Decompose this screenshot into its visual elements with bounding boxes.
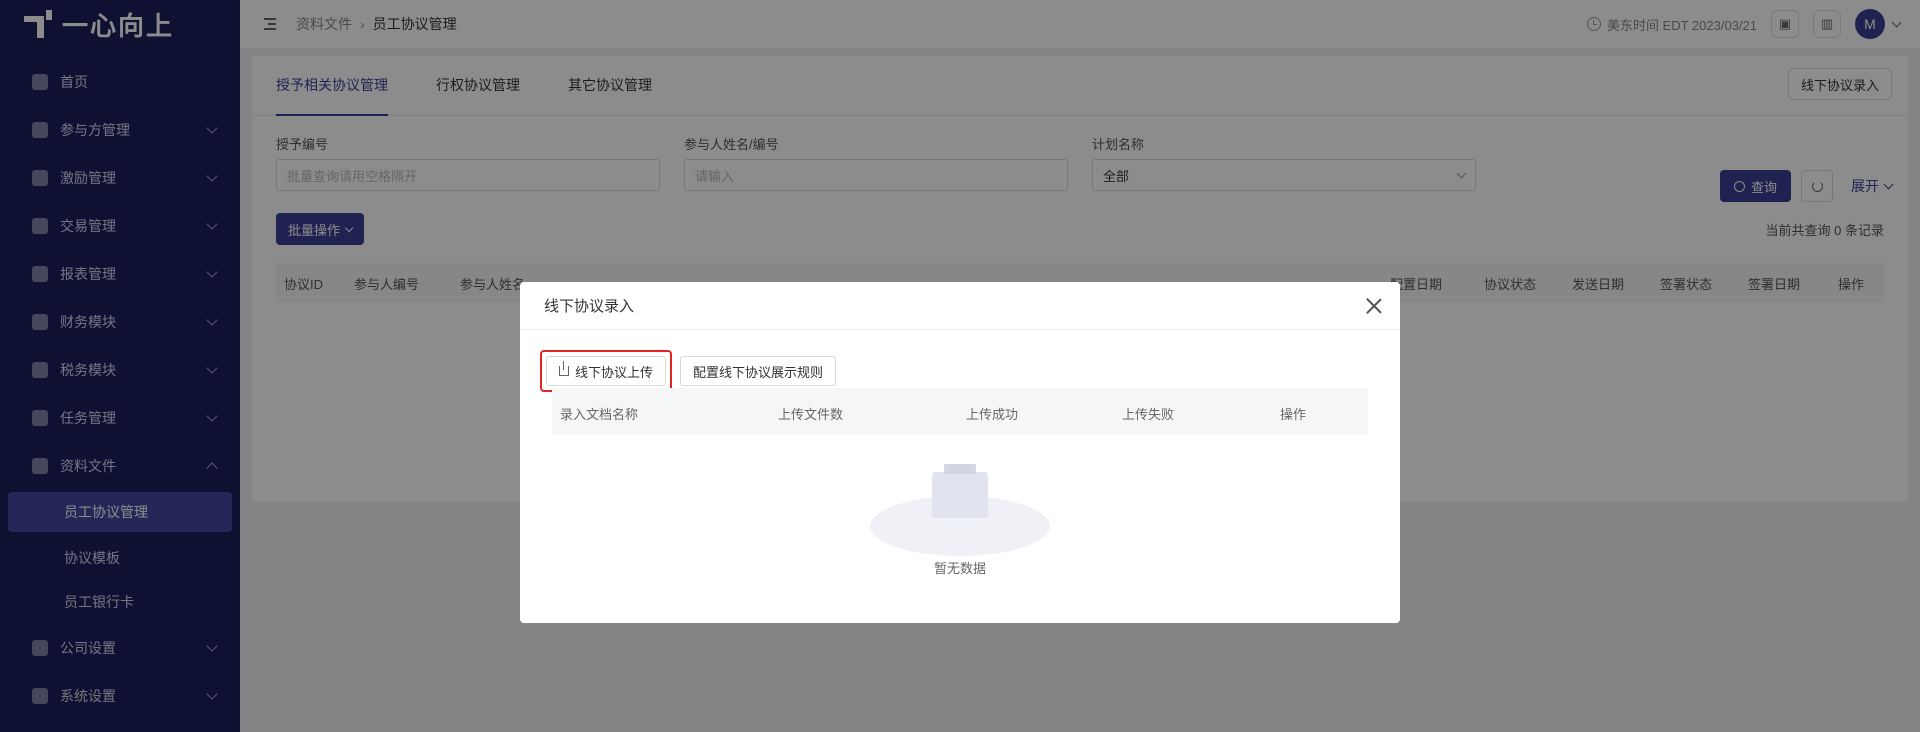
- column-header: 上传失败: [1122, 407, 1175, 422]
- close-icon[interactable]: [1366, 298, 1382, 314]
- offline-upload-label: 线下协议上传: [575, 364, 654, 380]
- modal-actions: 线下协议上传 配置线下协议展示规则: [540, 350, 837, 392]
- offline-upload-button[interactable]: 线下协议上传: [546, 356, 667, 386]
- offline-entry-modal: 线下协议录入 线下协议上传 配置线下协议展示规则 录入文档名称 上传文件数 上传…: [520, 282, 1400, 623]
- column-header: 上传成功: [966, 407, 1019, 422]
- modal-title: 线下协议录入: [544, 298, 635, 315]
- modal-header: 线下协议录入: [520, 282, 1400, 330]
- modal-table-header: 录入文档名称 上传文件数 上传成功 上传失败 操作: [552, 388, 1368, 435]
- column-header: 操作: [1280, 407, 1307, 422]
- highlight-box: 线下协议上传: [540, 350, 673, 392]
- column-header: 录入文档名称: [560, 407, 639, 422]
- column-header: 上传文件数: [778, 407, 844, 422]
- config-display-rules-button[interactable]: 配置线下协议展示规则: [680, 356, 837, 386]
- empty-text: 暂无数据: [933, 561, 986, 576]
- empty-state: 暂无数据: [860, 446, 1060, 576]
- empty-box-icon: [932, 464, 988, 518]
- upload-icon: [559, 361, 569, 376]
